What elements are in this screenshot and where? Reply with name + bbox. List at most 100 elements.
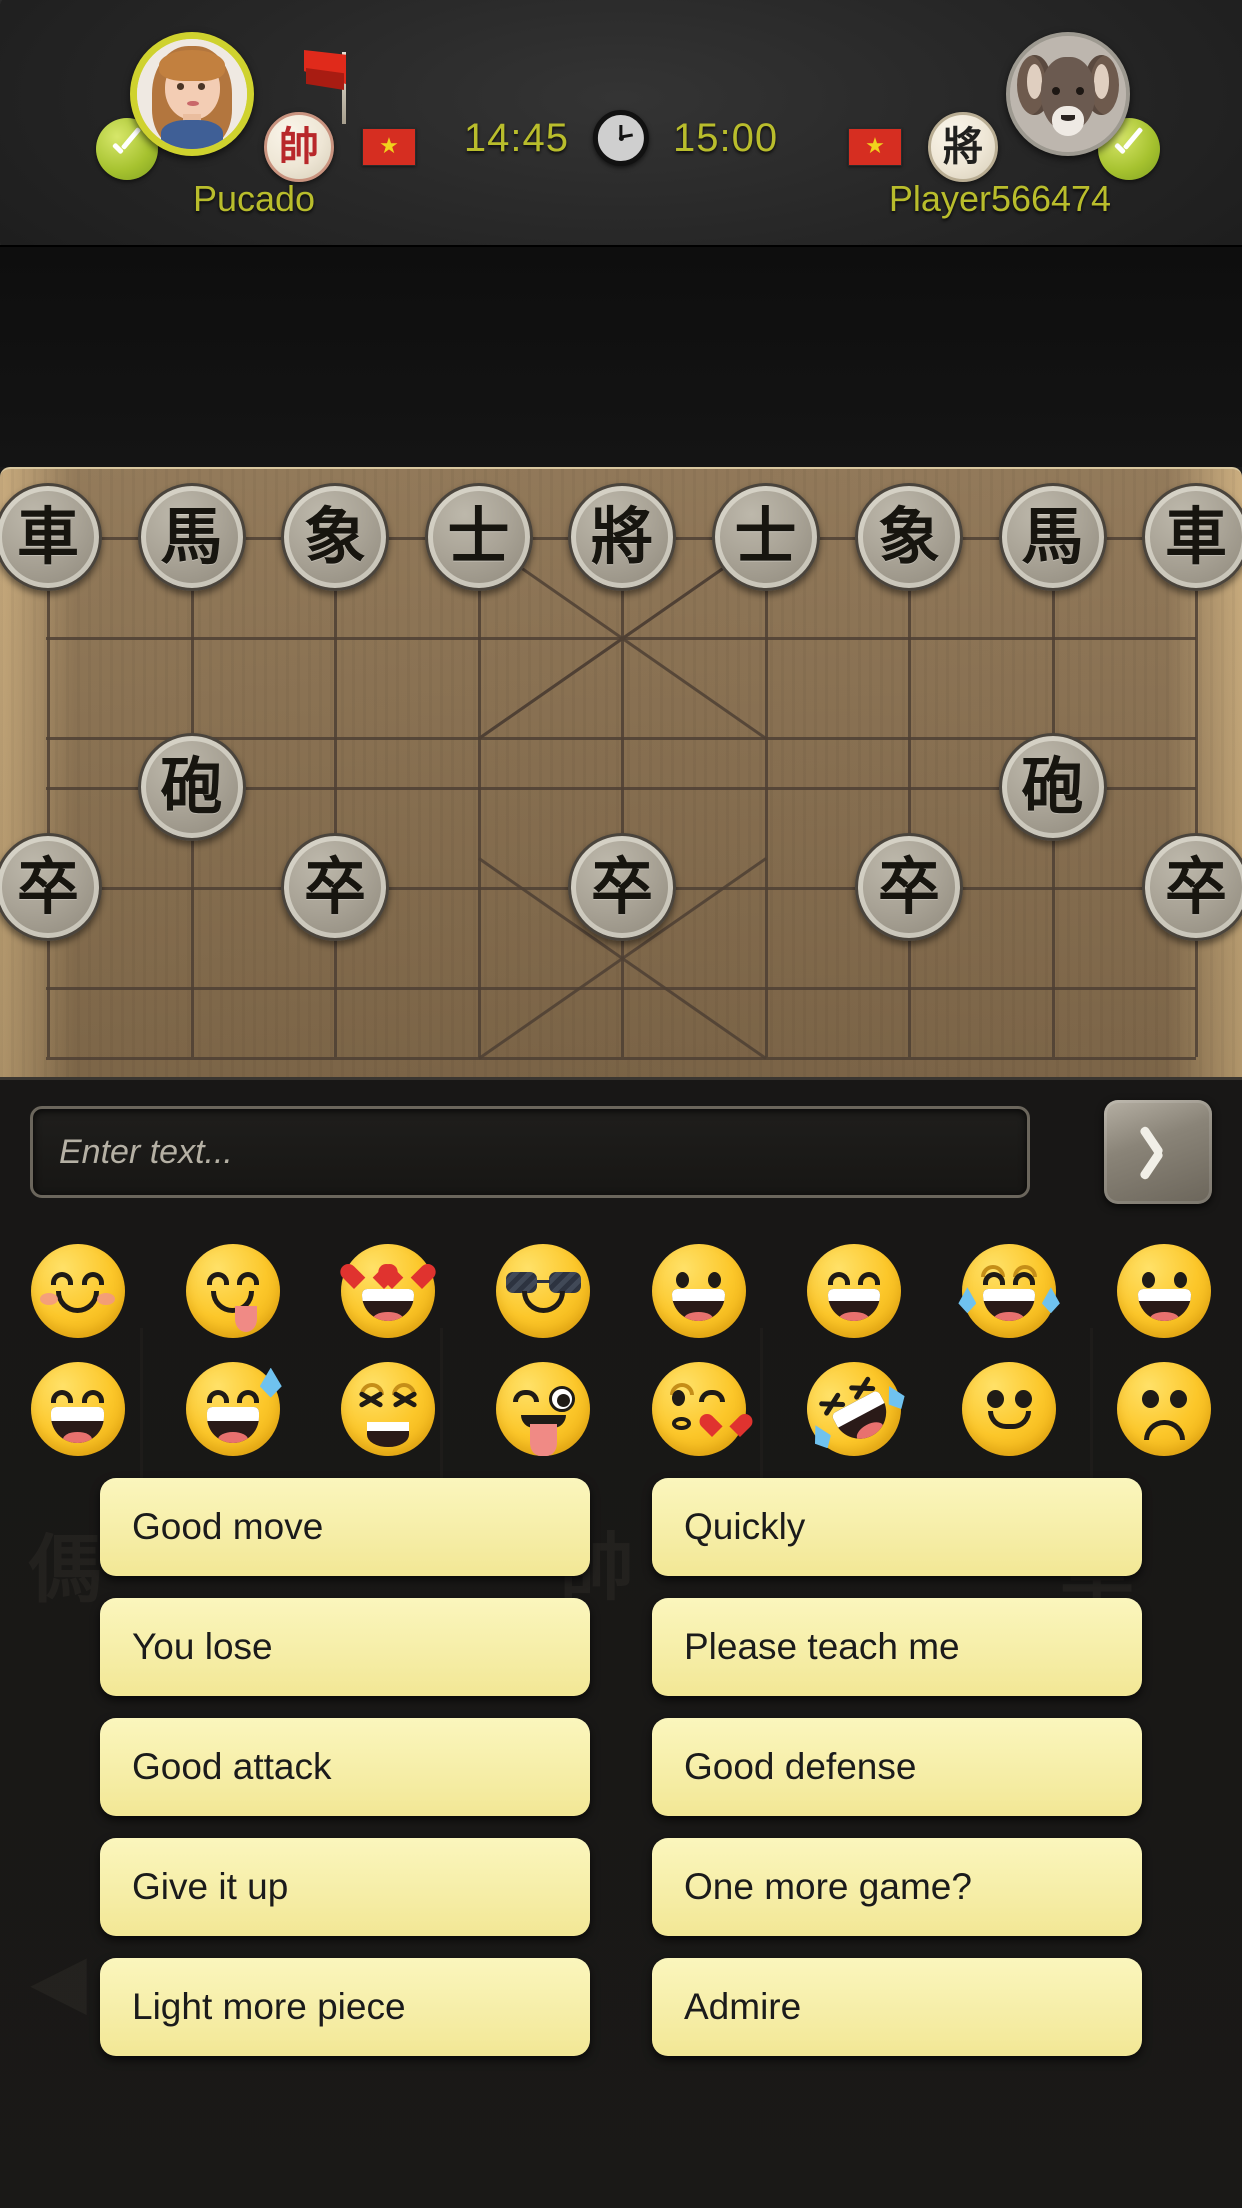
emoji-button[interactable] — [466, 1232, 621, 1350]
board-piece[interactable]: 士 — [424, 483, 533, 591]
emoji-button[interactable] — [621, 1350, 776, 1468]
right-player-country-flag-icon: ★ — [848, 128, 902, 166]
emoji-button[interactable] — [1087, 1350, 1242, 1468]
right-player-avatar-wrap[interactable] — [1006, 32, 1130, 156]
left-player-name: Pucado — [192, 178, 316, 219]
chat-input-row: Enter text... — [30, 1100, 1212, 1204]
emoji-button[interactable] — [155, 1350, 310, 1468]
game-clock-bar: 14:45 15:00 — [464, 110, 778, 166]
emoji-button[interactable] — [0, 1350, 155, 1468]
board-line-vertical — [1195, 537, 1198, 1057]
board-piece[interactable]: 象 — [855, 483, 963, 591]
emoji-button[interactable] — [311, 1232, 466, 1350]
emoji-button[interactable] — [932, 1232, 1087, 1350]
right-player-piece-badge: 將 — [928, 112, 998, 182]
board-piece[interactable]: 卒 — [855, 833, 963, 941]
quick-message-button[interactable]: Good defense — [652, 1718, 1142, 1816]
emoji-button[interactable] — [776, 1232, 931, 1350]
quick-message-row: Give it up One more game? — [0, 1838, 1242, 1936]
left-player-avatar-wrap[interactable] — [130, 32, 254, 156]
sunglasses-emoji[interactable] — [496, 1244, 591, 1338]
quick-message-button[interactable]: Light more piece — [100, 1958, 590, 2056]
player-right-panel[interactable]: 將 ★ Player566474 — [782, 0, 1202, 245]
quick-message-button[interactable]: One more game? — [652, 1838, 1142, 1936]
board-piece[interactable]: 馬 — [137, 483, 246, 591]
board-piece[interactable]: 馬 — [998, 483, 1107, 591]
flag-star-glyph: ★ — [865, 134, 885, 159]
emoji-button[interactable] — [932, 1350, 1087, 1468]
chevron-right-icon — [1143, 1125, 1173, 1179]
blowing-kiss-emoji[interactable] — [651, 1362, 746, 1456]
header-board-spacer — [0, 247, 1242, 467]
quick-message-row: Good attack Good defense — [0, 1718, 1242, 1816]
quick-message-button[interactable]: Give it up — [100, 1838, 590, 1936]
quick-message-button[interactable]: Admire — [652, 1958, 1142, 2056]
grin-smiling-eyes-emoji[interactable] — [806, 1244, 901, 1338]
left-player-country-flag-icon: ★ — [362, 128, 416, 166]
quick-message-button[interactable]: You lose — [100, 1598, 590, 1696]
game-screen: 帥 ★ Pucado 14:45 15:00 將 ★ Player566474 … — [0, 0, 1242, 2208]
emoji-button[interactable] — [0, 1232, 155, 1350]
quick-message-row: Light more piece Admire — [0, 1958, 1242, 2056]
board-piece[interactable]: 卒 — [281, 833, 389, 941]
board-line-vertical — [621, 537, 624, 1057]
emoji-button[interactable] — [311, 1350, 466, 1468]
board-line-vertical — [47, 537, 50, 1057]
emoji-button[interactable] — [621, 1232, 776, 1350]
board-line-vertical — [908, 537, 911, 1057]
clock-icon — [593, 110, 649, 166]
right-player-time: 15:00 — [673, 115, 779, 160]
player-header-bar: 帥 ★ Pucado 14:45 15:00 將 ★ Player566474 — [0, 0, 1242, 247]
grinning-emoji[interactable] — [651, 1244, 746, 1338]
board-line-horizontal — [46, 1057, 1196, 1060]
emoji-row — [0, 1232, 1242, 1350]
emoji-picker-grid[interactable] — [0, 1232, 1242, 1473]
frowning-emoji[interactable] — [1117, 1362, 1212, 1456]
board-piece[interactable]: 砲 — [998, 733, 1107, 841]
slight-smile-emoji[interactable] — [962, 1362, 1057, 1456]
quick-message-button[interactable]: Quickly — [652, 1478, 1142, 1576]
board-piece[interactable]: 卒 — [568, 833, 676, 941]
grinning-wide-emoji[interactable] — [1117, 1244, 1212, 1338]
rolling-on-floor-laughing-emoji[interactable] — [790, 1345, 918, 1473]
sweat-smile-emoji[interactable] — [185, 1362, 282, 1456]
board-piece[interactable]: 將 — [568, 483, 676, 591]
emoji-row — [0, 1345, 1242, 1473]
left-player-time: 14:45 — [463, 115, 569, 160]
quick-message-button[interactable]: Please teach me — [652, 1598, 1142, 1696]
tears-of-joy-emoji[interactable] — [958, 1244, 1060, 1338]
emoji-button[interactable] — [776, 1345, 931, 1473]
board-piece[interactable]: 卒 — [1142, 833, 1242, 941]
yum-savoring-emoji[interactable] — [185, 1244, 280, 1338]
board-line-vertical — [477, 537, 481, 1057]
emoji-button[interactable] — [155, 1232, 310, 1350]
emoji-button[interactable] — [1087, 1232, 1242, 1350]
quick-message-row: Good move Quickly — [0, 1478, 1242, 1576]
emoji-button[interactable] — [466, 1350, 621, 1468]
chat-text-input[interactable]: Enter text... — [30, 1106, 1030, 1198]
send-message-button[interactable] — [1104, 1100, 1212, 1204]
chat-input-placeholder: Enter text... — [59, 1132, 233, 1171]
blushing-smile-emoji[interactable] — [30, 1244, 125, 1338]
heart-eyes-emoji[interactable] — [341, 1244, 436, 1338]
player-left-panel[interactable]: 帥 ★ Pucado — [40, 0, 460, 245]
board-line-vertical — [334, 537, 337, 1057]
zany-tongue-wink-emoji[interactable] — [496, 1362, 591, 1456]
board-line-vertical — [764, 537, 768, 1057]
quick-message-button[interactable]: Good attack — [100, 1718, 590, 1816]
quick-message-row: You lose Please teach me — [0, 1598, 1242, 1696]
right-player-name: Player566474 — [888, 178, 1112, 219]
board-piece[interactable]: 士 — [711, 483, 820, 591]
flag-star-glyph: ★ — [379, 134, 399, 159]
xiangqi-board[interactable]: 車馬象士將士象馬車砲砲卒卒卒卒卒 — [0, 467, 1242, 1077]
weary-tired-emoji[interactable] — [341, 1362, 436, 1456]
board-piece[interactable]: 車 — [1142, 483, 1242, 591]
girl-avatar[interactable] — [130, 32, 254, 156]
quick-message-button[interactable]: Good move — [100, 1478, 590, 1576]
ram-avatar[interactable] — [1006, 32, 1130, 156]
chat-panel: 傌 帥 車 兵 ◀ Enter text... Good moveQuickly… — [0, 1077, 1242, 2208]
board-piece[interactable]: 象 — [281, 483, 389, 591]
quick-message-grid[interactable]: Good move Quickly You lose Please teach me G… — [0, 1478, 1242, 2078]
board-piece[interactable]: 砲 — [137, 733, 246, 841]
laughing-emoji[interactable] — [30, 1362, 125, 1456]
